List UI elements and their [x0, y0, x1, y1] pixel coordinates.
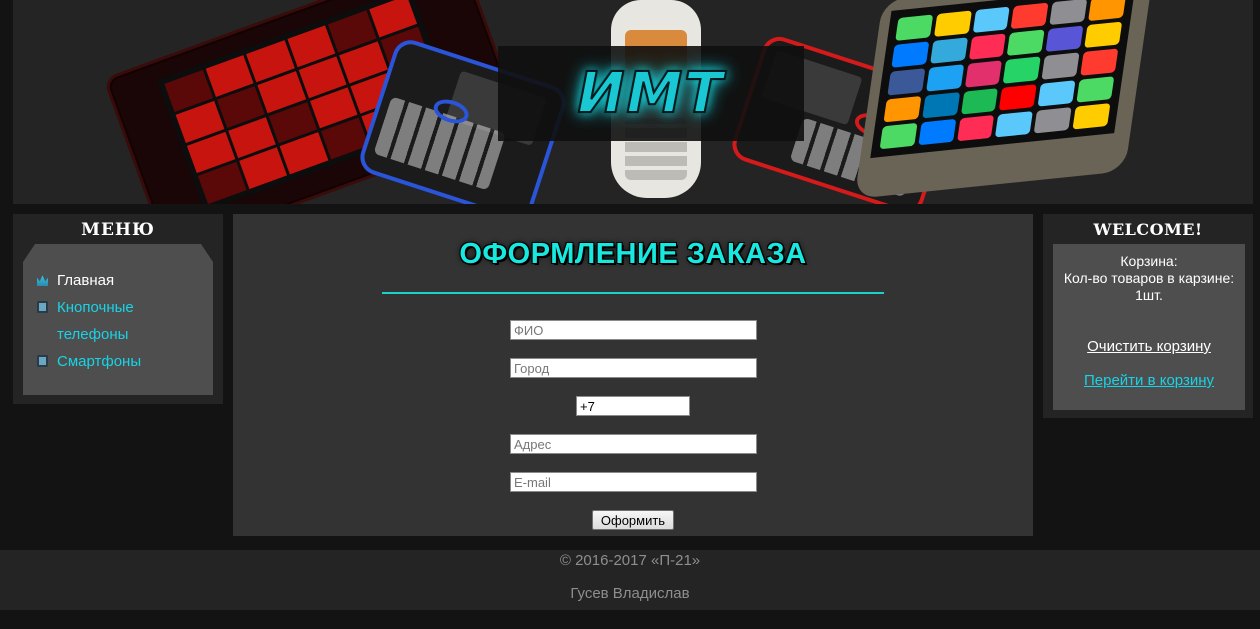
menu-box: Главная Кнопочные телефоны Смартфоны — [23, 244, 213, 395]
cart-label: Корзина: — [1120, 253, 1178, 269]
menu-item-label: Кнопочные телефоны — [57, 299, 134, 343]
phone-icon — [37, 355, 48, 367]
menu-item-smartphones[interactable]: Смартфоны — [37, 348, 141, 375]
cart-count-label: Кол-во товаров в карзине: — [1063, 270, 1235, 286]
address-input[interactable] — [510, 434, 757, 454]
menu-item-label: Главная — [57, 272, 115, 289]
clear-cart-link[interactable]: Очистить корзину — [1053, 338, 1245, 355]
email-input[interactable] — [510, 472, 757, 492]
page-title: ОФОРМЛЕНИЕ ЗАКАЗА — [459, 238, 807, 270]
logo-box: ИМТ — [498, 46, 804, 141]
menu-item-home[interactable]: Главная — [37, 267, 114, 294]
city-input[interactable] — [510, 358, 757, 378]
menu-item-label: Смартфоны — [57, 353, 142, 370]
phone-icon — [37, 301, 48, 313]
author-text: Гусев Владислав — [570, 585, 690, 602]
go-to-cart-link[interactable]: Перейти в корзину — [1053, 372, 1245, 389]
title-divider — [382, 292, 884, 294]
site-logo: ИМТ — [577, 60, 725, 127]
menu-panel: МЕНЮ Главная Кнопочные телефоны Смартфон… — [13, 214, 223, 404]
welcome-title: WELCOME! — [1093, 220, 1203, 239]
menu-item-button-phones[interactable]: Кнопочные телефоны — [37, 294, 197, 348]
footer: © 2016-2017 «П-21» Гусев Владислав — [0, 550, 1260, 610]
menu-title: МЕНЮ — [81, 220, 155, 240]
iphone-image — [854, 0, 1154, 199]
cart-box: Корзина: Кол-во товаров в карзине: 1шт. … — [1053, 244, 1245, 410]
welcome-panel: WELCOME! Корзина: Кол-во товаров в карзи… — [1043, 214, 1253, 418]
phone-input[interactable] — [576, 396, 690, 416]
header-banner: ИМТ — [13, 0, 1253, 204]
order-form-section: ОФОРМЛЕНИЕ ЗАКАЗА Оформить — [233, 214, 1033, 536]
cart-count: 1шт. — [1135, 287, 1163, 303]
submit-order-button[interactable]: Оформить — [592, 510, 674, 530]
copyright-text: © 2016-2017 «П-21» — [559, 552, 701, 569]
fio-input[interactable] — [510, 320, 757, 340]
crown-icon — [37, 274, 48, 286]
